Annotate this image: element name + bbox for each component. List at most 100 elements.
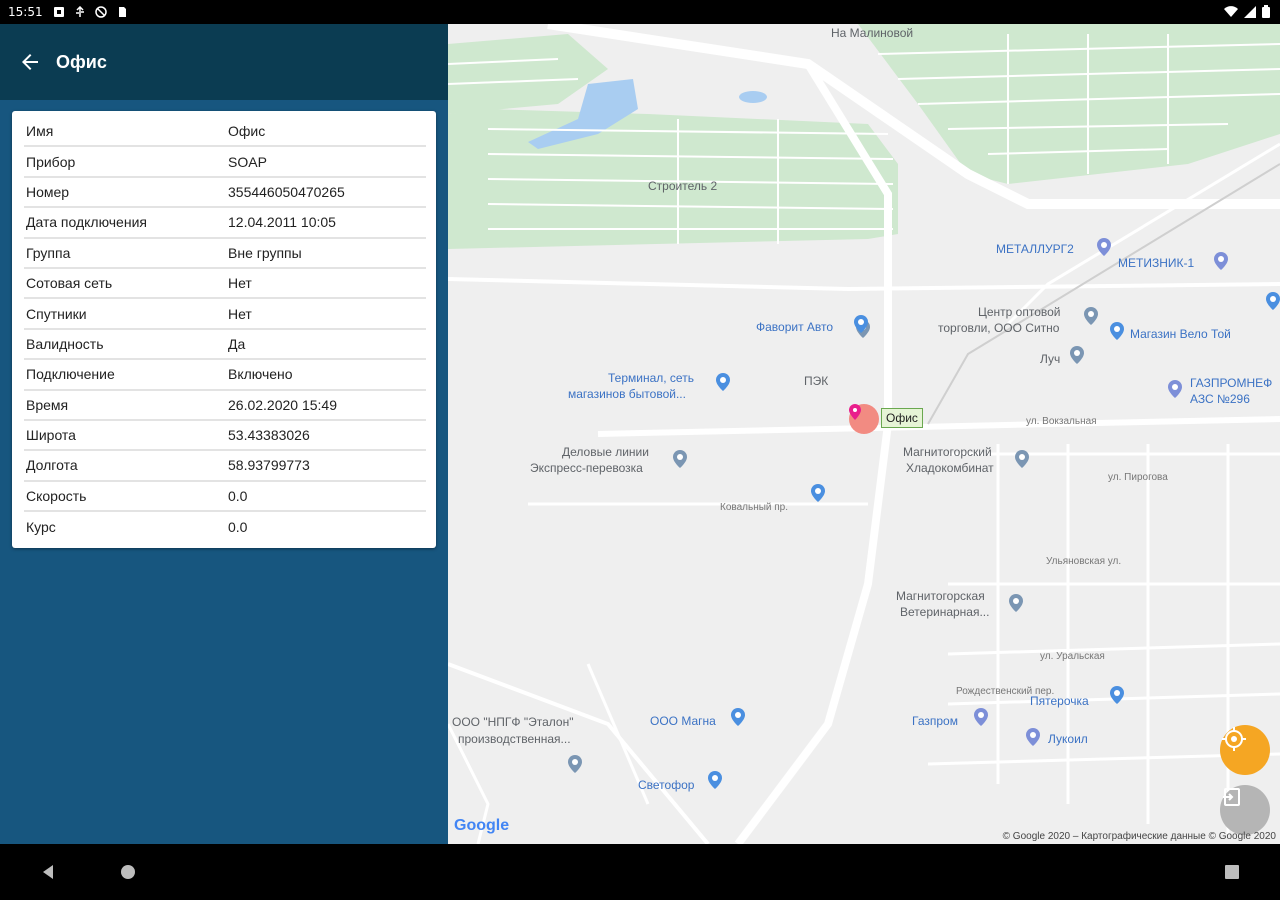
detail-key: Время	[26, 396, 69, 413]
map-label: Фаворит Авто	[756, 320, 834, 334]
map-pin-metallurg[interactable]	[1097, 238, 1111, 256]
detail-key: Имя	[26, 123, 54, 140]
map-label: Строитель 2	[648, 179, 718, 193]
map-label: Центр оптовой	[978, 305, 1061, 319]
detail-value: 355446050470265	[228, 183, 345, 200]
notification-icon	[53, 6, 65, 18]
map-pin-metiznik[interactable]	[1214, 252, 1228, 270]
map-label: На Малиновой	[831, 26, 914, 40]
detail-row: Сотовая сеть Нет	[24, 269, 426, 300]
status-right	[1224, 5, 1270, 21]
device-marker[interactable]	[849, 404, 879, 434]
detail-value: 0.0	[228, 487, 248, 504]
map-pin-velo[interactable]	[1110, 322, 1124, 340]
detail-value: Нет	[228, 305, 252, 322]
crosshair-icon	[1222, 727, 1246, 751]
gazprom-pin[interactable]	[974, 708, 988, 726]
detail-value: 58.93799773	[228, 457, 310, 474]
map-label: АЗС №296	[1190, 392, 1250, 406]
kladkomb-pin[interactable]	[1015, 450, 1029, 468]
exit-icon	[1223, 788, 1240, 806]
app-bar: Офис	[0, 24, 448, 100]
map-pin-center[interactable]	[1084, 307, 1098, 325]
detail-row: Прибор SOAP	[24, 147, 426, 178]
page-title: Офис	[56, 51, 107, 72]
detail-value: 0.0	[228, 519, 248, 536]
map-label: Магнитогорский	[903, 445, 992, 459]
google-logo: Google	[454, 817, 509, 835]
map-label: Ветеринарная...	[900, 605, 990, 619]
map-copyright: © Google 2020 – Картографические данные …	[1002, 831, 1276, 842]
detail-value: Офис	[228, 123, 266, 140]
kovalnyi-pin[interactable]	[811, 484, 825, 502]
detail-key: Широта	[26, 427, 76, 444]
details-card: Имя Офис Прибор SOAP Номер 355446050470265 …	[12, 111, 436, 548]
map-label: Ульяновская ул.	[1046, 556, 1122, 567]
screen: 15:51 Офис Имя Офис Прибор SOAP Номер 35544…	[0, 0, 1280, 900]
map-label: Пятерочка	[1030, 694, 1089, 708]
map-label: ул. Пирогова	[1108, 472, 1168, 483]
detail-key: Спутники	[26, 305, 87, 322]
detail-row: Группа Вне группы	[24, 239, 426, 269]
nav-back-icon[interactable]	[40, 864, 56, 880]
detail-row: Скорость 0.0	[24, 482, 426, 513]
nav-recents-icon[interactable]	[1224, 864, 1240, 880]
signal-icon	[1244, 5, 1256, 21]
detail-value: 12.04.2011 10:05	[228, 214, 336, 231]
lukoil-pin[interactable]	[1026, 728, 1040, 746]
terminal-pin[interactable]	[716, 373, 730, 391]
wifi-icon	[1224, 5, 1238, 21]
detail-key: Дата подключения	[26, 214, 147, 231]
etalon-pin[interactable]	[568, 755, 582, 773]
map-view[interactable]: На Малиновой Строитель 2 МЕТАЛЛУРГ2 МЕТИ…	[448, 24, 1280, 844]
map-label: ООО Магна	[650, 714, 716, 728]
detail-key: Скорость	[26, 487, 87, 504]
vet-pin[interactable]	[1009, 594, 1023, 612]
battery-icon	[1262, 5, 1270, 21]
back-arrow-icon[interactable]	[18, 50, 42, 74]
nav-home-icon[interactable]	[120, 864, 136, 880]
map-label: МЕТАЛЛУРГ2	[996, 242, 1074, 256]
detail-key: Сотовая сеть	[26, 275, 113, 292]
map-pin-luch[interactable]	[1070, 346, 1084, 364]
map-label: ООО "НПГФ "Эталон"	[452, 715, 574, 729]
detail-row: Курс 0.0	[24, 512, 426, 542]
map-label: ГАЗПРОМНЕФ	[1190, 376, 1273, 390]
pyaterochka-pin[interactable]	[1110, 686, 1124, 704]
detail-row: Широта 53.43383026	[24, 421, 426, 452]
detail-key: Прибор	[26, 153, 76, 170]
detail-key: Валидность	[26, 335, 104, 352]
locate-button[interactable]	[1220, 725, 1270, 775]
detail-value: Да	[228, 335, 246, 352]
svetofor-pin[interactable]	[708, 771, 722, 789]
detail-row: Имя Офис	[24, 117, 426, 148]
detail-row: Подключение Включено	[24, 360, 426, 391]
google-logo-text: Google	[454, 817, 510, 834]
map-label: Магазин Вело Той	[1130, 327, 1231, 341]
delovye-pin[interactable]	[673, 450, 687, 468]
detail-value: Включено	[228, 366, 293, 383]
edge-pin[interactable]	[1266, 292, 1280, 310]
detail-key: Курс	[26, 519, 56, 536]
location-pin-icon	[849, 404, 861, 420]
system-nav-bar	[0, 844, 1280, 900]
map-label: ПЭК	[804, 374, 829, 388]
detail-value: Нет	[228, 275, 252, 292]
map-label: Магнитогорская	[896, 589, 985, 603]
sd-card-icon	[116, 6, 128, 18]
detail-value: 26.02.2020 15:49	[228, 396, 337, 413]
map-label: Деловые линии	[562, 445, 649, 459]
gazpromneft-pin[interactable]	[1168, 380, 1182, 398]
map-label: Хладокомбинат	[906, 461, 994, 475]
details-panel: Офис Имя Офис Прибор SOAP Номер 35544605047…	[0, 24, 448, 844]
exit-button[interactable]	[1220, 785, 1270, 835]
detail-value: Вне группы	[228, 244, 302, 261]
map-label: Экспресс-перевозка	[530, 461, 643, 475]
detail-key: Долгота	[26, 457, 78, 474]
magna-pin[interactable]	[731, 708, 745, 726]
detail-row: Дата подключения 12.04.2011 10:05	[24, 208, 426, 239]
map-label: Светофор	[638, 778, 695, 792]
block-icon	[94, 6, 107, 18]
status-time: 15:51	[8, 5, 43, 19]
status-bar: 15:51	[0, 0, 1280, 24]
